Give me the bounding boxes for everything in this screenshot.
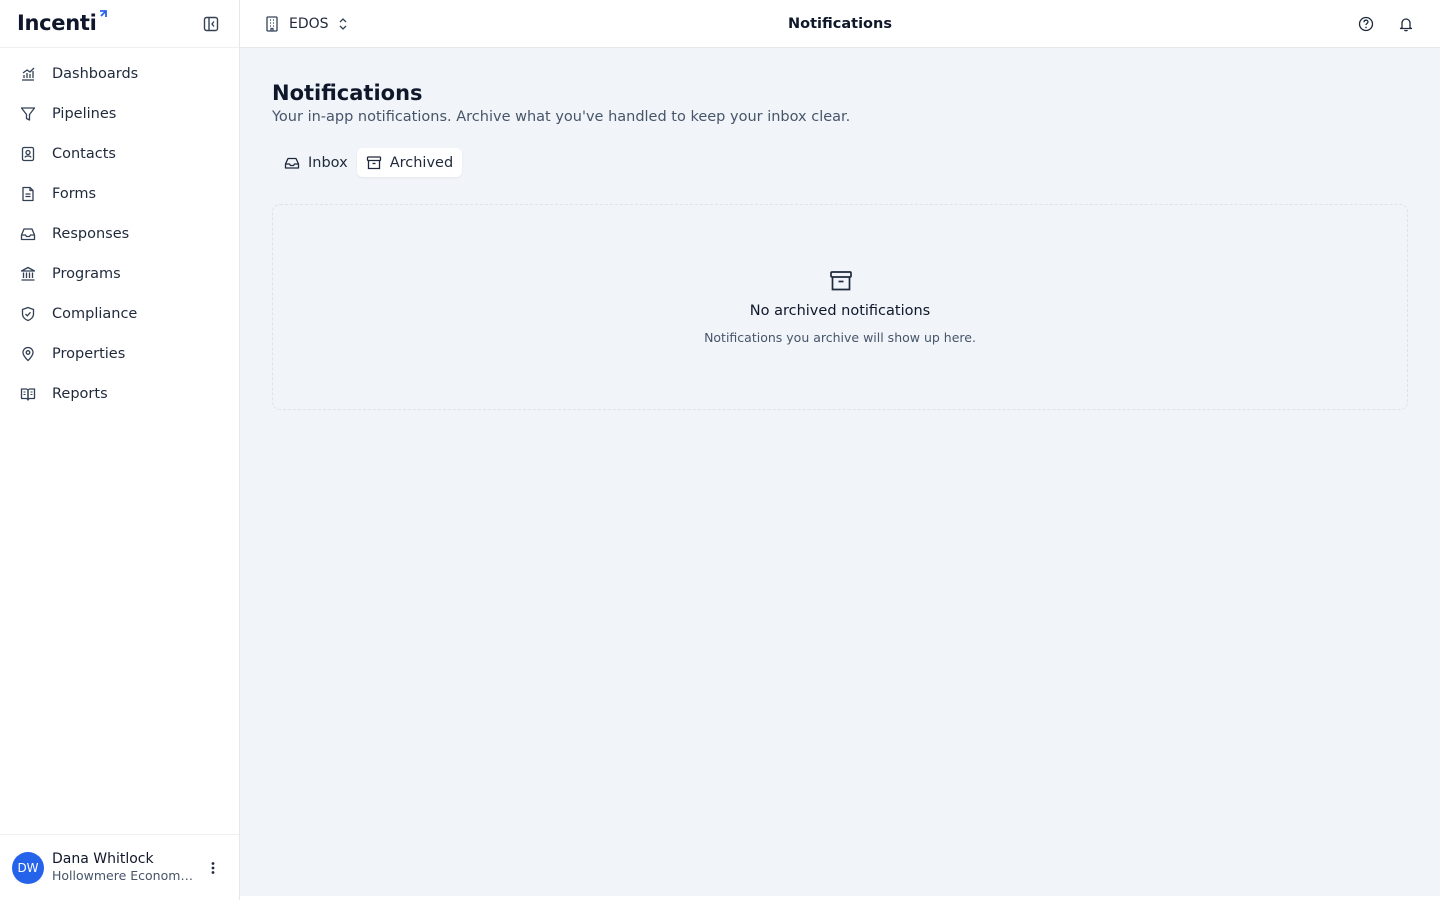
- sidebar-item-compliance[interactable]: Compliance: [0, 294, 239, 334]
- chart-line-icon: [20, 66, 36, 82]
- sidebar-item-label: Responses: [52, 226, 130, 242]
- sidebar-item-label: Pipelines: [52, 106, 117, 122]
- bell-icon[interactable]: [1394, 12, 1418, 36]
- tab-label: Archived: [389, 154, 454, 171]
- chevrons-up-down-icon: [337, 16, 349, 32]
- archive-icon: [366, 155, 382, 171]
- user-info: Dana Whitlock Hollowmere Economic Develo…: [52, 851, 194, 884]
- open-book-icon: [20, 386, 36, 402]
- sidebar-collapse-icon[interactable]: [203, 16, 219, 32]
- help-circle-icon[interactable]: [1354, 12, 1378, 36]
- sidebar-item-label: Programs: [52, 266, 121, 282]
- landmark-icon: [20, 266, 36, 282]
- topbar: EDOS Notifications: [240, 0, 1440, 48]
- main-content: Notifications Your in-app notifications.…: [240, 48, 1440, 896]
- avatar: DW: [12, 851, 44, 884]
- building-icon: [265, 16, 279, 32]
- archive-icon: [829, 269, 853, 293]
- sidebar-item-label: Contacts: [52, 146, 116, 162]
- org-switcher-label: EDOS: [289, 16, 329, 32]
- empty-state: No archived notifications Notifications …: [272, 204, 1408, 410]
- empty-state-title: No archived notifications: [749, 303, 931, 319]
- sidebar-nav: Dashboards Pipelines Contacts Forms Resp…: [0, 48, 239, 414]
- more-vertical-icon[interactable]: [199, 854, 227, 882]
- page-title: Notifications: [272, 81, 423, 105]
- sidebar: Incenti Dashboards Pipelines Contacts Fo…: [0, 0, 240, 900]
- sidebar-item-label: Compliance: [52, 306, 138, 322]
- sidebar-item-reports[interactable]: Reports: [0, 374, 239, 414]
- sidebar-item-responses[interactable]: Responses: [0, 214, 239, 254]
- sidebar-item-programs[interactable]: Programs: [0, 254, 239, 294]
- contact-book-icon: [20, 146, 36, 162]
- tab-label: Inbox: [308, 154, 348, 171]
- brand-name: Incenti: [17, 11, 97, 35]
- file-text-icon: [20, 186, 36, 202]
- sidebar-item-label: Dashboards: [52, 66, 139, 82]
- brand-logo[interactable]: Incenti: [17, 10, 108, 35]
- sidebar-item-pipelines[interactable]: Pipelines: [0, 94, 239, 134]
- org-switcher[interactable]: EDOS: [265, 0, 349, 48]
- sidebar-item-contacts[interactable]: Contacts: [0, 134, 239, 174]
- sidebar-item-properties[interactable]: Properties: [0, 334, 239, 374]
- shield-check-icon: [20, 306, 36, 322]
- sidebar-header: Incenti: [0, 0, 239, 48]
- sidebar-item-forms[interactable]: Forms: [0, 174, 239, 214]
- inbox-icon: [284, 155, 300, 171]
- page-subtitle: Your in-app notifications. Archive what …: [272, 109, 851, 125]
- user-org: Hollowmere Economic Development: [52, 868, 194, 883]
- bottom-edge: [240, 896, 1440, 900]
- map-pin-icon: [20, 346, 36, 362]
- logo-arrow-icon: [99, 10, 107, 17]
- filter-funnel-icon: [20, 106, 36, 122]
- tab-inbox[interactable]: Inbox: [275, 148, 357, 177]
- sidebar-item-label: Forms: [52, 186, 97, 202]
- topbar-title: Notifications: [788, 16, 892, 32]
- notification-tabs: Inbox Archived: [275, 148, 463, 177]
- topbar-actions: [1338, 12, 1418, 36]
- tab-archived[interactable]: Archived: [356, 148, 463, 177]
- empty-state-description: Notifications you archive will show up h…: [704, 330, 976, 345]
- inbox-icon: [20, 226, 36, 242]
- sidebar-item-label: Properties: [52, 346, 126, 362]
- sidebar-item-dashboards[interactable]: Dashboards: [0, 54, 239, 94]
- sidebar-item-label: Reports: [52, 386, 108, 402]
- user-name: Dana Whitlock: [52, 851, 154, 867]
- user-menu[interactable]: DW Dana Whitlock Hollowmere Economic Dev…: [0, 834, 239, 900]
